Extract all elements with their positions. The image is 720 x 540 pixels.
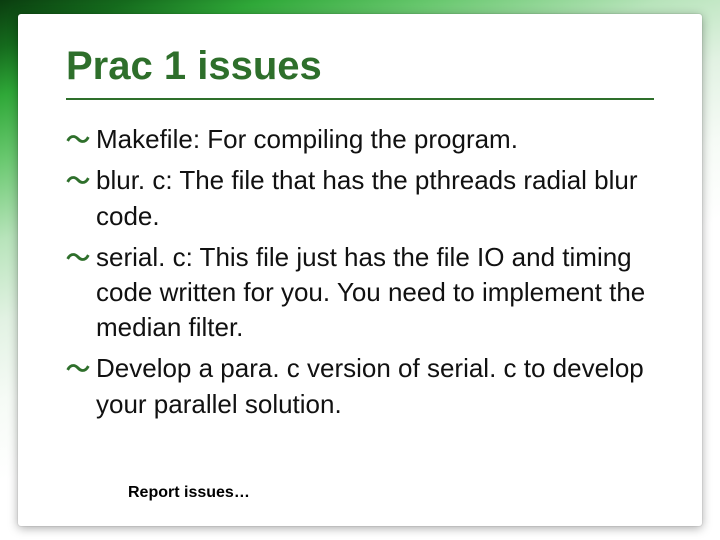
- swirl-bullet-icon: ～: [66, 243, 96, 275]
- list-item: ～blur. c: The file that has the pthreads…: [66, 163, 654, 233]
- list-item: ～Makefile: For compiling the program.: [66, 122, 654, 157]
- bullet-text: blur. c: The file that has the pthreads …: [96, 165, 638, 230]
- bullet-text: Makefile: For compiling the program.: [96, 124, 518, 154]
- swirl-bullet-icon: ～: [66, 354, 96, 386]
- bullet-text: Develop a para. c version of serial. c t…: [96, 353, 644, 418]
- bullet-list: ～Makefile: For compiling the program. ～b…: [66, 122, 654, 422]
- slide-background: Prac 1 issues ～Makefile: For compiling t…: [0, 0, 720, 540]
- title-rule: [66, 98, 654, 100]
- slide-card: Prac 1 issues ～Makefile: For compiling t…: [18, 14, 702, 526]
- swirl-bullet-icon: ～: [66, 125, 96, 157]
- swirl-bullet-icon: ～: [66, 166, 96, 198]
- footer-note: Report issues…: [128, 484, 250, 502]
- list-item: ～serial. c: This file just has the file …: [66, 240, 654, 346]
- slide-title: Prac 1 issues: [66, 44, 654, 88]
- bullet-text: serial. c: This file just has the file I…: [96, 242, 645, 342]
- list-item: ～Develop a para. c version of serial. c …: [66, 351, 654, 421]
